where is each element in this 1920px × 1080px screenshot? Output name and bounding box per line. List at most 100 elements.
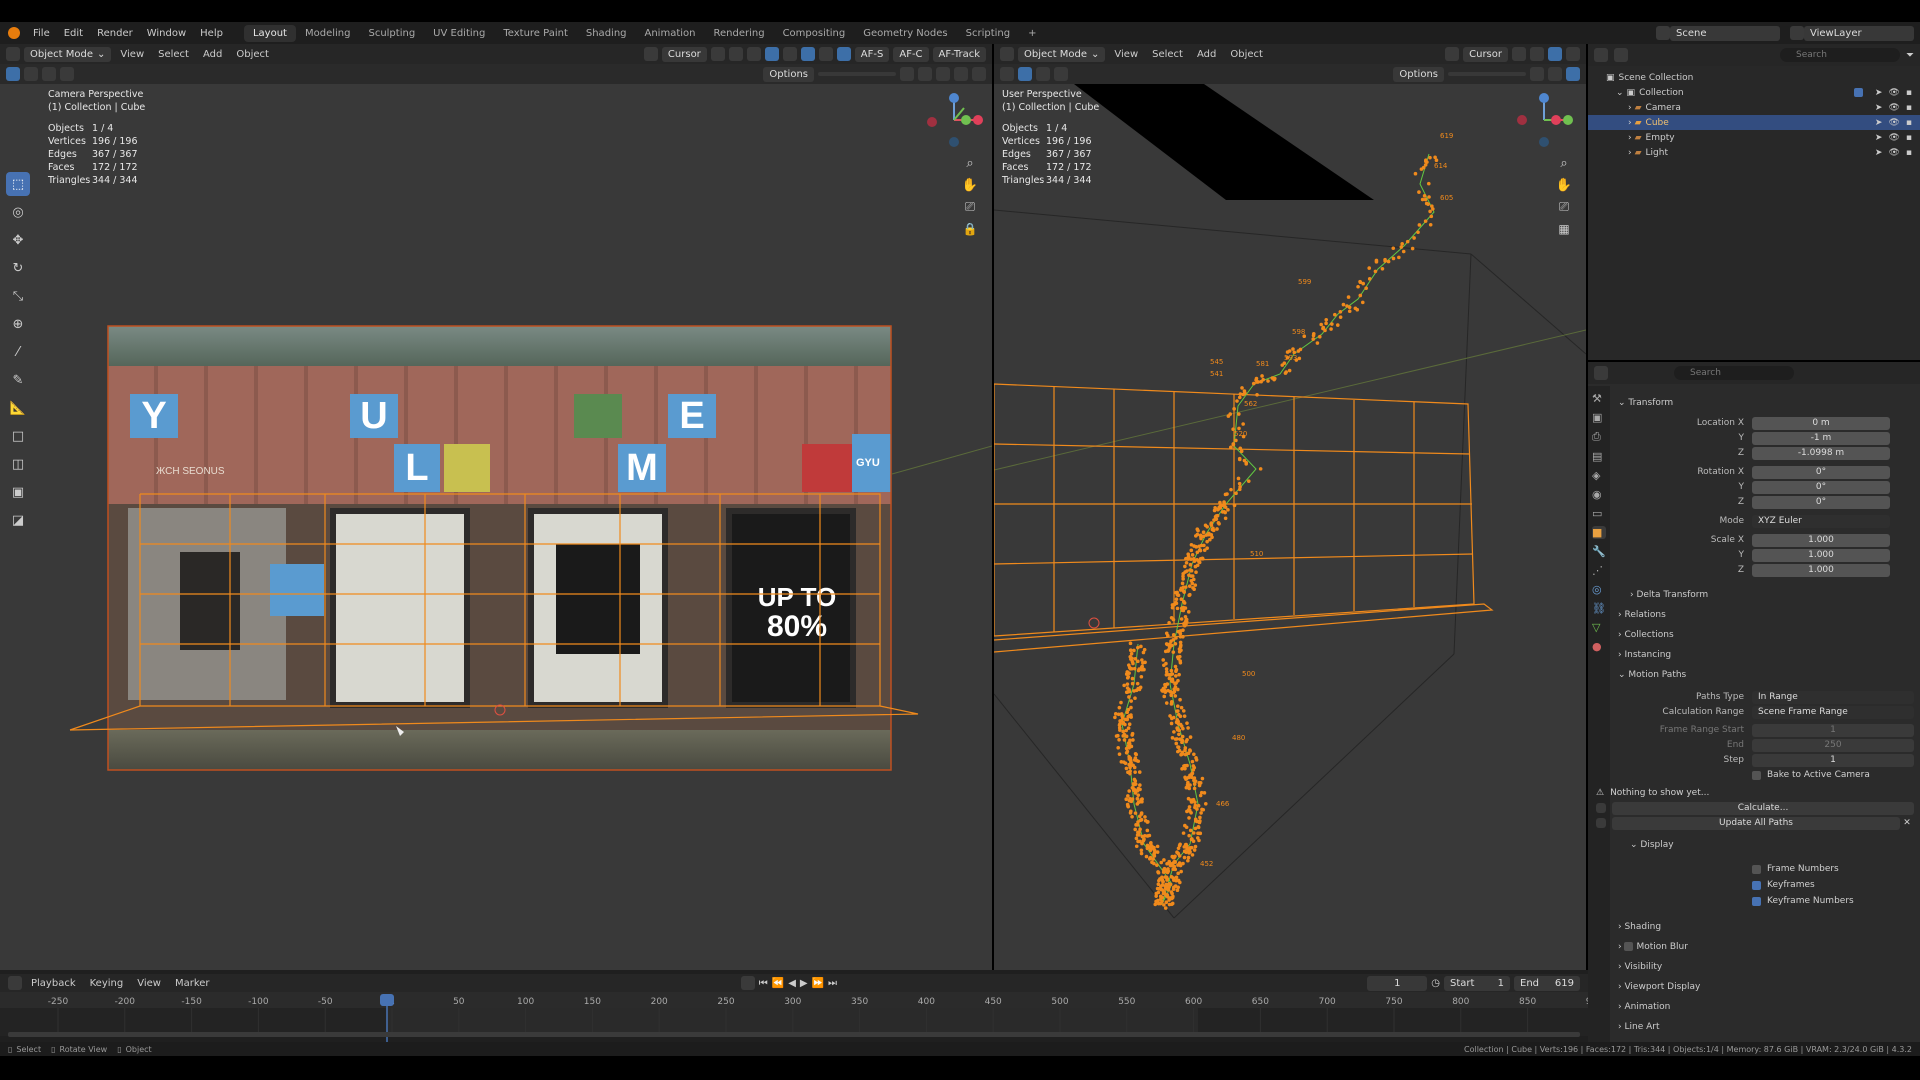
right-viewport-user[interactable]: 619 614 605 599 598 593 581 562 545 541 … (994, 84, 1586, 970)
render-tab-icon[interactable]: ▣ (1592, 411, 1606, 424)
transform-section-header[interactable]: ⌄ Transform (1618, 398, 1673, 408)
delta-transform-section[interactable]: › Delta Transform (1630, 590, 1708, 600)
rotation-z-field[interactable]: 0° (1752, 495, 1890, 509)
motion-blur-checkbox[interactable] (1624, 942, 1634, 951)
object-tab-icon[interactable]: ■ (1592, 526, 1606, 539)
instancing-section[interactable]: › Instancing (1618, 650, 1671, 660)
xray-toggle-icon[interactable] (800, 47, 815, 61)
collections-section[interactable]: › Collections (1618, 630, 1674, 640)
select-toggle-icon[interactable]: ➤ (1875, 103, 1883, 113)
tab-shading[interactable]: Shading (577, 25, 636, 42)
right-empty-dropdown[interactable] (1448, 72, 1526, 76)
menu-edit[interactable]: Edit (57, 28, 90, 39)
motion-blur-section[interactable]: › Motion Blur (1618, 942, 1688, 952)
view-layer-icon[interactable] (1790, 26, 1804, 40)
tab-sculpting[interactable]: Sculpting (359, 25, 424, 42)
select-box-icon[interactable] (6, 67, 20, 81)
select-box-icon[interactable] (1018, 67, 1032, 81)
properties-search-input[interactable]: Search (1674, 366, 1794, 380)
world-tab-icon[interactable]: ◉ (1592, 488, 1606, 501)
camera-render-icon[interactable]: ▪ (1906, 118, 1912, 128)
tab-modeling[interactable]: Modeling (296, 25, 360, 42)
right-menu-select[interactable]: Select (1147, 49, 1188, 60)
left-menu-object[interactable]: Object (231, 49, 274, 60)
line-art-section[interactable]: › Line Art (1618, 1022, 1659, 1032)
left-menu-view[interactable]: View (115, 49, 149, 60)
right-menu-view[interactable]: View (1109, 49, 1143, 60)
outliner-item-cube[interactable]: › ▰ Cube ➤ 👁 ▪ (1588, 115, 1920, 130)
tab-layout[interactable]: Layout (243, 24, 296, 42)
calculate-button[interactable]: Calculate... (1612, 801, 1914, 815)
solid-shading-icon[interactable] (818, 47, 833, 61)
transform-orientation-icon[interactable] (643, 47, 658, 61)
properties-editor-icon[interactable] (1594, 366, 1608, 380)
motion-paths-section[interactable]: ⌄ Motion Paths (1618, 670, 1686, 680)
scene-tab-icon[interactable]: ◈ (1592, 469, 1606, 482)
left-options-dropdown[interactable]: Options (763, 66, 814, 82)
timeline-menu-keying[interactable]: Keying (85, 978, 129, 989)
material-shading-icon[interactable] (836, 47, 851, 61)
tool-tab-icon[interactable]: ⚒ (1592, 392, 1606, 405)
right-menu-object[interactable]: Object (1225, 49, 1268, 60)
particles-tab-icon[interactable]: ⋰ (1592, 564, 1606, 577)
timeline-menu-playback[interactable]: Playback (26, 978, 81, 989)
outliner-item-camera[interactable]: › ▰ Camera ➤ 👁 ▪ (1588, 100, 1920, 115)
location-y-field[interactable]: -1 m (1752, 431, 1890, 445)
outliner-item-light[interactable]: › ▰ Light ➤ 👁 ▪ (1588, 145, 1920, 160)
scale-y-field[interactable]: 1.000 (1752, 548, 1890, 562)
eye-icon[interactable]: 👁 (1888, 148, 1899, 158)
shading-section[interactable]: › Shading (1618, 922, 1661, 932)
camera-render-icon[interactable]: ▪ (1906, 88, 1912, 98)
left-empty-dropdown[interactable] (818, 72, 896, 76)
keyframe-numbers-checkbox[interactable] (1752, 896, 1761, 906)
step-field[interactable]: 1 (1752, 753, 1914, 767)
af-c-button[interactable]: AF-C (893, 46, 929, 62)
af-s-button[interactable]: AF-S (854, 46, 890, 62)
outliner-search-input[interactable]: Search (1780, 48, 1900, 62)
play-icon[interactable] (1000, 67, 1014, 81)
eye-icon[interactable]: 👁 (1888, 118, 1899, 128)
tab-geometry-nodes[interactable]: Geometry Nodes (854, 25, 956, 42)
rotation-mode-dropdown[interactable]: XYZ Euler (1752, 514, 1890, 528)
location-x-field[interactable]: 0 m (1752, 416, 1890, 430)
right-pivot-dropdown[interactable]: Cursor (1463, 46, 1508, 62)
left-menu-select[interactable]: Select (153, 49, 194, 60)
start-frame-field[interactable]: Start 1 (1444, 975, 1510, 991)
add-workspace-button[interactable]: + (1019, 25, 1045, 42)
scene-selector[interactable]: Scene (1670, 25, 1780, 41)
material-tab-icon[interactable]: ● (1592, 640, 1606, 653)
camera-solve-icon[interactable] (918, 67, 932, 81)
filter-icon[interactable]: ⏷ (1906, 50, 1914, 61)
filter-icon[interactable] (1548, 47, 1562, 61)
keyframes-checkbox[interactable] (1752, 880, 1761, 890)
timeline-editor-icon[interactable] (8, 976, 22, 990)
proportional-edit-icon[interactable] (728, 47, 743, 61)
right-menu-add[interactable]: Add (1192, 49, 1221, 60)
relations-section[interactable]: › Relations (1618, 610, 1666, 620)
location-z-field[interactable]: -1.0998 m (1752, 446, 1890, 460)
clip-icon[interactable] (954, 67, 968, 81)
select-extend-icon[interactable] (24, 67, 38, 81)
left-viewport-camera[interactable]: Camera Perspective (1) Collection | Cube… (0, 84, 992, 970)
right-mode-dropdown[interactable]: Object Mode ⌄ (1018, 46, 1106, 62)
select-subtract-icon[interactable] (42, 67, 56, 81)
tab-scripting[interactable]: Scripting (957, 25, 1019, 42)
view-layer-selector[interactable]: ViewLayer (1804, 25, 1914, 41)
calc-range-dropdown[interactable]: Scene Frame Range (1752, 705, 1914, 719)
close-icon[interactable]: ✕ (1900, 818, 1914, 828)
tracking-icon[interactable] (1530, 67, 1544, 81)
visibility-section[interactable]: › Visibility (1618, 962, 1662, 972)
bake-checkbox[interactable] (1752, 770, 1761, 780)
left-menu-add[interactable]: Add (198, 49, 227, 60)
left-mode-dropdown[interactable]: Object Mode ⌄ (24, 46, 112, 62)
select-toggle-icon[interactable]: ➤ (1875, 148, 1883, 158)
material-shading-icon[interactable] (1566, 67, 1580, 81)
settings-icon[interactable] (972, 67, 986, 81)
right-options-dropdown[interactable]: Options (1393, 66, 1444, 82)
exclude-checkbox[interactable] (1853, 87, 1863, 97)
snap-icon[interactable] (710, 47, 725, 61)
eye-icon[interactable]: 👁 (1888, 133, 1899, 143)
menu-help[interactable]: Help (193, 28, 230, 39)
physics-tab-icon[interactable]: ◎ (1592, 583, 1606, 596)
camera-render-icon[interactable]: ▪ (1906, 103, 1912, 113)
